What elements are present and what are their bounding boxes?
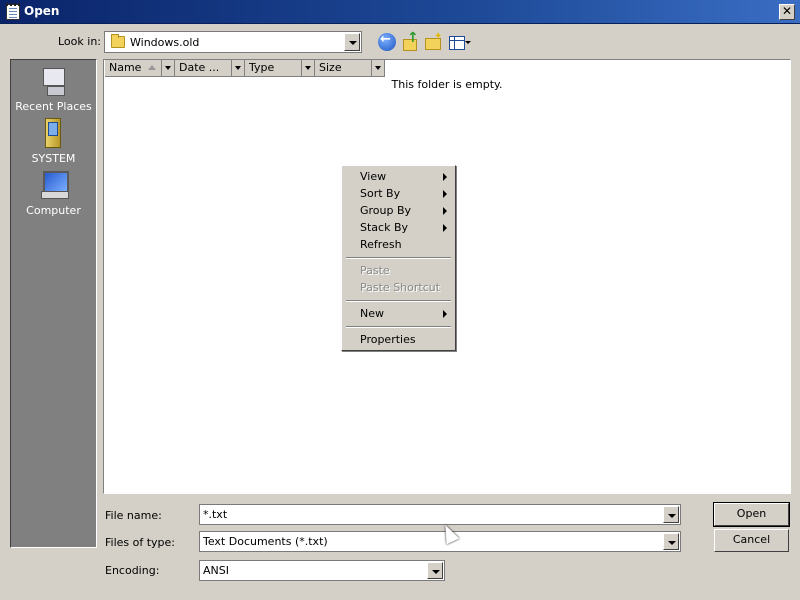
files-of-type-label: Files of type:: [105, 536, 176, 549]
column-header-size[interactable]: Size: [315, 60, 385, 77]
submenu-arrow-icon: [443, 190, 447, 198]
column-header-date[interactable]: Date ...: [175, 60, 245, 77]
chevron-down-icon[interactable]: [371, 60, 384, 76]
chevron-down-icon[interactable]: [231, 60, 244, 76]
menu-item-properties[interactable]: Properties: [360, 331, 452, 348]
place-system[interactable]: SYSTEM: [11, 118, 96, 165]
encoding-label: Encoding:: [105, 564, 160, 577]
menu-item-group-by[interactable]: Group By: [360, 202, 452, 219]
menu-item-sort-by[interactable]: Sort By: [360, 185, 452, 202]
look-in-combo[interactable]: Windows.old: [104, 31, 362, 53]
column-label: Date ...: [179, 61, 220, 74]
window-title: Open: [24, 4, 60, 18]
column-label: Type: [249, 61, 275, 74]
menu-item-paste-shortcut: Paste Shortcut: [360, 279, 452, 296]
menu-item-label: Properties: [360, 333, 416, 346]
files-of-type-combo[interactable]: Text Documents (*.txt): [199, 531, 681, 552]
submenu-arrow-icon: [443, 173, 447, 181]
open-button[interactable]: Open: [713, 502, 790, 527]
menu-item-label: Paste: [360, 264, 390, 277]
empty-folder-message: This folder is empty.: [391, 78, 503, 91]
place-recent-places[interactable]: Recent Places: [11, 66, 96, 113]
menu-item-view[interactable]: View: [360, 168, 452, 185]
encoding-combo[interactable]: ANSI: [199, 560, 445, 581]
context-menu: View Sort By Group By Stack By Refresh P…: [341, 165, 456, 351]
column-header-type[interactable]: Type: [245, 60, 315, 77]
menu-item-label: Stack By: [360, 221, 409, 234]
up-folder-icon[interactable]: [401, 30, 419, 51]
title-bar[interactable]: Open ✕: [0, 0, 800, 24]
submenu-arrow-icon: [443, 224, 447, 232]
menu-item-label: New: [360, 307, 384, 320]
close-button[interactable]: ✕: [779, 4, 795, 20]
user-folder-icon: [39, 118, 69, 148]
column-label: Name: [109, 61, 142, 74]
place-label: Recent Places: [15, 100, 92, 113]
look-in-label: Look in:: [58, 35, 101, 48]
notepad-icon: [6, 3, 20, 20]
menu-item-label: Refresh: [360, 238, 402, 251]
menu-separator: [346, 326, 451, 328]
menu-item-paste: Paste: [360, 262, 452, 279]
chevron-down-icon[interactable]: [301, 60, 314, 76]
menu-item-refresh[interactable]: Refresh: [360, 236, 452, 253]
menu-item-stack-by[interactable]: Stack By: [360, 219, 452, 236]
places-bar: Recent Places SYSTEM Computer: [10, 59, 97, 548]
back-icon[interactable]: [378, 32, 396, 51]
submenu-arrow-icon: [443, 310, 447, 318]
menu-item-new[interactable]: New: [360, 305, 452, 322]
place-label: Computer: [26, 204, 81, 217]
chevron-down-icon[interactable]: [663, 506, 679, 523]
place-label: SYSTEM: [31, 152, 76, 165]
files-of-type-value: Text Documents (*.txt): [203, 535, 328, 548]
column-headers: Name Date ... Type Size: [105, 60, 791, 77]
recent-places-icon: [39, 66, 69, 96]
menu-item-label: Group By: [360, 204, 412, 217]
new-folder-icon[interactable]: [424, 31, 442, 51]
menu-item-label: Paste Shortcut: [360, 281, 441, 294]
file-name-label: File name:: [105, 509, 162, 522]
menu-item-label: View: [360, 170, 387, 183]
chevron-down-icon[interactable]: [663, 533, 679, 550]
encoding-value: ANSI: [203, 564, 229, 577]
menu-item-label: Sort By: [360, 187, 401, 200]
views-menu-icon[interactable]: [448, 33, 472, 51]
submenu-arrow-icon: [443, 207, 447, 215]
menu-separator: [346, 257, 451, 259]
chevron-down-icon[interactable]: [427, 562, 443, 579]
cancel-button[interactable]: Cancel: [714, 529, 789, 552]
column-label: Size: [319, 61, 342, 74]
menu-separator: [346, 300, 451, 302]
file-name-combo[interactable]: *.txt: [199, 504, 681, 525]
place-computer[interactable]: Computer: [11, 170, 96, 217]
column-header-name[interactable]: Name: [105, 60, 175, 77]
folder-icon: [111, 34, 125, 48]
sort-arrow-icon: [148, 65, 156, 70]
look-in-value: Windows.old: [130, 36, 200, 49]
file-name-value: *.txt: [203, 508, 228, 521]
computer-icon: [39, 170, 69, 200]
chevron-down-icon[interactable]: [161, 60, 174, 76]
chevron-down-icon[interactable]: [344, 33, 360, 51]
